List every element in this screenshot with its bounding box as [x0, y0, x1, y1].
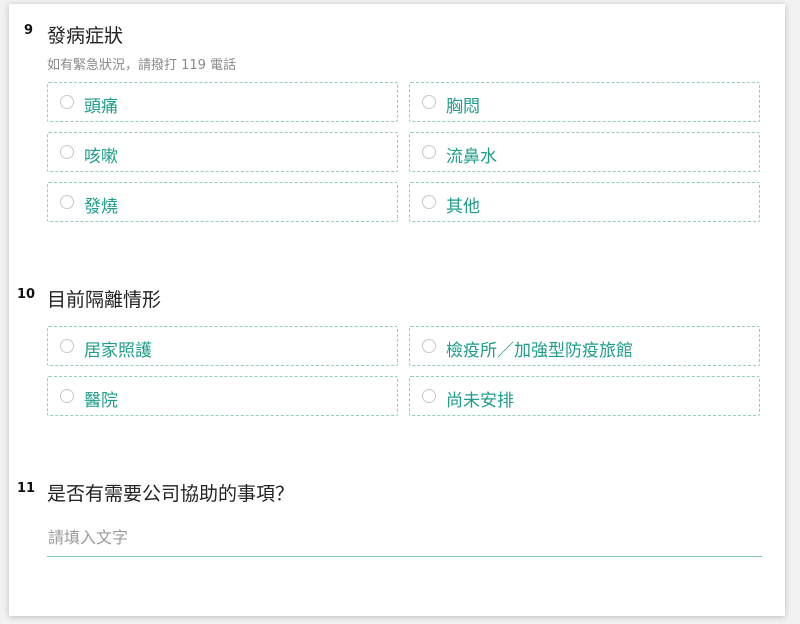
- question-number: 11: [17, 481, 36, 496]
- radio-icon[interactable]: [60, 195, 74, 209]
- option-label: 發燒: [84, 197, 118, 217]
- option-label: 醫院: [84, 391, 118, 411]
- option-label: 居家照護: [84, 341, 152, 361]
- form-card: 9 發病症狀 如有緊急狀況，請撥打 119 電話 頭痛 胸悶 咳嗽 流鼻水 發燒…: [9, 4, 785, 616]
- option-not-arranged[interactable]: 尚未安排: [409, 376, 760, 416]
- option-label: 咳嗽: [84, 147, 118, 167]
- radio-icon[interactable]: [422, 95, 436, 109]
- option-runny-nose[interactable]: 流鼻水: [409, 132, 760, 172]
- option-label: 尚未安排: [446, 391, 514, 411]
- question-title: 發病症狀: [47, 25, 124, 47]
- option-hospital[interactable]: 醫院: [47, 376, 398, 416]
- radio-icon[interactable]: [60, 95, 74, 109]
- option-label: 頭痛: [84, 97, 118, 117]
- option-other[interactable]: 其他: [409, 182, 760, 222]
- option-label: 流鼻水: [446, 147, 497, 167]
- radio-icon[interactable]: [422, 145, 436, 159]
- question-hint: 如有緊急狀況，請撥打 119 電話: [47, 58, 237, 73]
- option-quarantine-hotel[interactable]: 檢疫所／加強型防疫旅館: [409, 326, 760, 366]
- assistance-text-input[interactable]: [47, 523, 762, 557]
- option-fever[interactable]: 發燒: [47, 182, 398, 222]
- radio-icon[interactable]: [60, 389, 74, 403]
- question-title: 是否有需要公司協助的事項？: [47, 483, 295, 505]
- question-number: 10: [17, 287, 36, 302]
- option-chest-tightness[interactable]: 胸悶: [409, 82, 760, 122]
- question-number: 9: [24, 23, 34, 38]
- radio-icon[interactable]: [60, 145, 74, 159]
- radio-icon[interactable]: [60, 339, 74, 353]
- option-label: 其他: [446, 197, 480, 217]
- option-label: 檢疫所／加強型防疫旅館: [446, 341, 633, 361]
- option-label: 胸悶: [446, 97, 480, 117]
- radio-icon[interactable]: [422, 389, 436, 403]
- question-title: 目前隔離情形: [47, 289, 162, 311]
- radio-icon[interactable]: [422, 195, 436, 209]
- option-headache[interactable]: 頭痛: [47, 82, 398, 122]
- radio-icon[interactable]: [422, 339, 436, 353]
- option-cough[interactable]: 咳嗽: [47, 132, 398, 172]
- option-home-care[interactable]: 居家照護: [47, 326, 398, 366]
